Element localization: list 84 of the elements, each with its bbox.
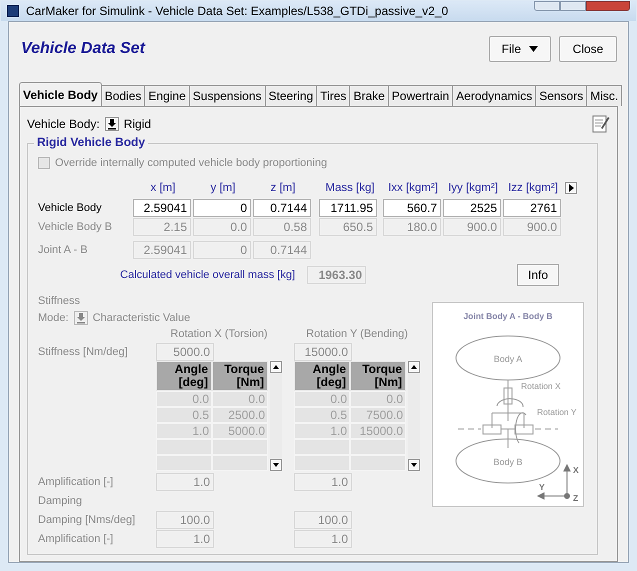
table-cell: 0.0 <box>350 391 406 407</box>
app-icon <box>7 5 19 17</box>
calculated-mass-label: Calculated vehicle overall mass [kg] <box>119 268 296 282</box>
checkbox-label: Override internally computed vehicle body proportioning <box>55 156 328 170</box>
group-title: Rigid Vehicle Body <box>34 135 148 149</box>
column-header: Torque [Nm] <box>350 361 406 391</box>
mode-label: Mode: <box>38 311 69 325</box>
caret-icon <box>529 46 538 52</box>
scroll-up-icon[interactable] <box>270 361 282 373</box>
amplification-label: Amplification [-] <box>38 475 114 489</box>
info-button[interactable]: Info <box>516 264 559 286</box>
damping-title: Damping <box>38 494 84 509</box>
table-cell: 7500.0 <box>350 407 406 423</box>
column-header: Izz [kgm²] <box>508 181 558 195</box>
scroll-down-icon[interactable] <box>408 459 420 471</box>
column-header: Torque [Nm] <box>212 361 268 391</box>
scroll-right-icon[interactable] <box>565 182 577 194</box>
scrollbar[interactable] <box>270 361 282 471</box>
table-cell: 15000.0 <box>350 423 406 439</box>
table-cell: 0.0 <box>294 391 350 407</box>
row-label: Vehicle Body B <box>38 220 113 234</box>
table-cell: 1.0 <box>294 423 350 439</box>
tab[interactable]: Suspensions <box>190 85 266 106</box>
body-label: Body A <box>494 354 522 364</box>
tab[interactable]: Misc. <box>587 85 622 106</box>
tab[interactable]: Bodies <box>102 85 146 106</box>
window-title: CarMaker for Simulink - Vehicle Data Set: Examples/L538_GTDi_passive_v2_0 <box>26 4 448 18</box>
table-cell: 5000.0 <box>212 423 268 439</box>
scroll-up-icon[interactable] <box>408 361 420 373</box>
table-cell: 0.5 <box>156 407 212 423</box>
edit-notes-icon[interactable] <box>592 114 610 134</box>
input-field[interactable]: 2.59041 <box>133 199 191 217</box>
column-header: Angle [deg] <box>294 361 350 391</box>
tab[interactable]: Tires <box>317 85 350 106</box>
input-field[interactable]: 0 <box>193 199 251 217</box>
tab[interactable]: Steering <box>266 85 318 106</box>
section-title: Stiffness <box>38 294 81 308</box>
stiffness-label: Stiffness [Nm/deg] <box>38 345 129 359</box>
input-field[interactable]: 560.7 <box>383 199 441 217</box>
body-label: Body B <box>493 457 523 467</box>
column-header: z [m] <box>270 181 296 195</box>
column-header: y [m] <box>210 181 236 195</box>
vehicle-body-label: Vehicle Body: <box>27 117 100 131</box>
table-cell: 1.0 <box>156 423 212 439</box>
damping-label: Damping [Nms/deg] <box>38 513 136 527</box>
tab[interactable]: Powertrain <box>388 85 454 106</box>
input-field[interactable]: 2761 <box>503 199 561 217</box>
tab[interactable]: Engine <box>145 85 190 106</box>
scroll-down-icon[interactable] <box>270 459 282 471</box>
page-heading: Vehicle Data Set <box>21 42 145 56</box>
input-field[interactable]: 0.7144 <box>253 199 311 217</box>
vehicle-body-value: Rigid <box>124 117 152 131</box>
table-cell: 0.0 <box>212 391 268 407</box>
rotation-heading: Rotation Y (Bending) <box>305 327 409 341</box>
column-header: Ixx [kgm²] <box>388 181 438 195</box>
axis-label: Z <box>573 493 578 503</box>
diagram-title: Joint Body A - Body B <box>463 311 553 321</box>
amplification-label: Amplification [-] <box>38 532 114 546</box>
column-header: Iyy [kgm²] <box>448 181 498 195</box>
tab[interactable]: Aerodynamics <box>453 85 536 106</box>
rotation-label: Rotation X <box>521 381 561 391</box>
column-header: x [m] <box>150 181 176 195</box>
row-label: Joint A - B <box>38 243 89 257</box>
tab[interactable]: Vehicle Body <box>19 82 102 106</box>
file-menu-button[interactable]: File <box>488 36 551 62</box>
scrollbar[interactable] <box>408 361 420 471</box>
tab[interactable]: Sensors <box>536 85 588 106</box>
input-field[interactable]: 2525 <box>443 199 501 217</box>
table-cell: 0.0 <box>156 391 212 407</box>
axes-drawing <box>536 464 571 500</box>
column-header: Angle [deg] <box>156 361 212 391</box>
mode-value: Characteristic Value <box>92 311 190 325</box>
tab[interactable]: Brake <box>350 85 389 106</box>
axis-label: Y <box>539 482 545 492</box>
row-label: Vehicle Body <box>38 201 103 215</box>
input-field[interactable]: 1711.95 <box>319 199 377 217</box>
rotation-label: Rotation Y <box>537 407 577 417</box>
axis-label: X <box>573 465 579 475</box>
table-cell: 2500.0 <box>212 407 268 423</box>
column-header: Mass [kg] <box>325 181 375 195</box>
table-cell: 0.5 <box>294 407 350 423</box>
rotation-heading: Rotation X (Torsion) <box>169 327 269 341</box>
download-icon[interactable] <box>104 117 119 131</box>
close-button[interactable]: Close <box>559 36 617 62</box>
